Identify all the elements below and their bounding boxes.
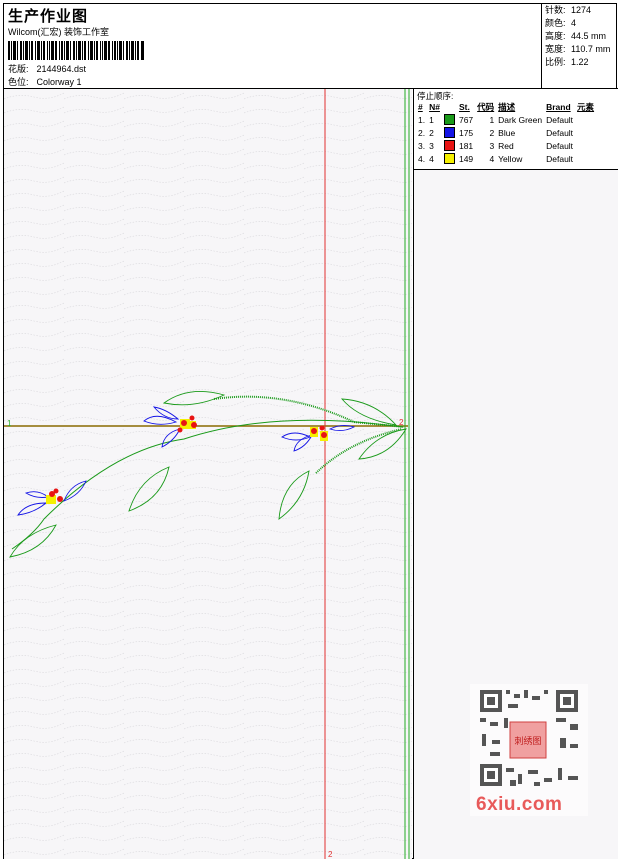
header-info: 生产作业图 Wilcom(汇宏) 装饰工作室 花版: 2144964.dst 色… xyxy=(4,4,542,88)
row-desc: Yellow xyxy=(498,153,523,164)
row-n: 2 xyxy=(429,127,434,138)
row-desc: Dark Green xyxy=(498,114,543,125)
row-brand: Default xyxy=(546,114,574,125)
start-marker: 1 xyxy=(7,419,12,428)
row-code: 1 xyxy=(489,114,495,125)
row-idx: 3. xyxy=(418,140,426,151)
row-stitches: 767 xyxy=(458,114,474,125)
watermark-text: 6xiu.com xyxy=(476,794,563,815)
color-swatch xyxy=(443,114,455,126)
stat-scale: 比例: 1.22 xyxy=(545,57,589,67)
barcode xyxy=(8,41,144,60)
production-sheet: 生产作业图 Wilcom(汇宏) 装饰工作室 花版: 2144964.dst 色… xyxy=(3,3,618,859)
row-brand: Default xyxy=(546,140,574,151)
color-swatch xyxy=(443,140,455,152)
row-stitches: 175 xyxy=(458,127,474,138)
row-desc: Red xyxy=(498,140,514,151)
row-idx: 2. xyxy=(418,127,426,138)
row-stitches: 181 xyxy=(458,140,474,151)
design-canvas[interactable]: 1 2 2 xyxy=(4,89,412,859)
row-brand: Default xyxy=(546,153,574,164)
stat-stitches: 针数: 1274 xyxy=(545,5,592,15)
legend-row: 1. 1 767 1 Dark Green Default xyxy=(416,113,596,126)
swatch xyxy=(442,113,457,126)
end-marker-h: 2 xyxy=(399,418,404,427)
end-marker-v: 2 xyxy=(328,850,333,859)
design-stats: 针数: 1274 颜色: 4 高度: 44.5 mm 宽度: 110.7 mm 比例: 1… xyxy=(543,4,618,88)
col-idx: # xyxy=(418,102,423,112)
row-code: 4 xyxy=(489,153,495,164)
row-n: 1 xyxy=(429,114,434,125)
col-brand: Brand xyxy=(546,102,571,112)
design-file-row: 花版: 2144964.dst xyxy=(8,62,86,75)
stat-height: 高度: 44.5 mm xyxy=(545,31,607,41)
col-element: 元素 xyxy=(577,102,595,112)
sheet-header: 生产作业图 Wilcom(汇宏) 装饰工作室 花版: 2144964.dst 色… xyxy=(4,4,618,89)
row-desc: Blue xyxy=(498,127,516,138)
colorway-row: 色位: Colorway 1 xyxy=(8,75,82,88)
legend-row: 4. 4 149 4 Yellow Default xyxy=(416,152,596,165)
color-swatch xyxy=(443,153,455,165)
row-n: 4 xyxy=(429,153,434,164)
row-element xyxy=(575,113,596,126)
row-brand: Default xyxy=(546,127,574,138)
swatch xyxy=(442,126,457,139)
stat-width: 宽度: 110.7 mm xyxy=(545,44,611,54)
row-stitches: 149 xyxy=(458,153,474,164)
design-label: 花版: xyxy=(8,64,29,74)
row-element xyxy=(575,152,596,165)
legend-row: 3. 3 181 3 Red Default xyxy=(416,139,596,152)
color-swatch xyxy=(443,127,455,139)
col-stitches: St. xyxy=(458,102,470,112)
color-stop-legend: 停止顺序: # N# St. 代码 描述 Brand 元素 1. 1 767 1 Dar… xyxy=(414,89,618,170)
design-file: 2144964.dst xyxy=(36,64,87,74)
row-idx: 1. xyxy=(418,114,426,125)
row-code: 2 xyxy=(489,127,495,138)
row-n: 3 xyxy=(429,140,434,151)
swatch xyxy=(442,152,457,165)
qr-stamp: 刺绣图 xyxy=(514,735,541,747)
row-idx: 4. xyxy=(418,153,426,164)
row-element xyxy=(575,139,596,152)
row-code: 3 xyxy=(489,140,495,151)
studio-name: Wilcom(汇宏) 装饰工作室 xyxy=(8,27,109,37)
colorway-label: 色位: xyxy=(8,77,29,87)
legend-row: 2. 2 175 2 Blue Default xyxy=(416,126,596,139)
legend-header-row: # N# St. 代码 描述 Brand 元素 xyxy=(416,101,596,113)
col-desc: 描述 xyxy=(498,102,516,112)
embroidery-preview: 1 2 2 xyxy=(4,89,412,859)
stat-colors: 颜色: 4 xyxy=(545,18,577,28)
legend-table: # N# St. 代码 描述 Brand 元素 1. 1 767 1 Dark Gree… xyxy=(416,101,596,165)
row-element xyxy=(575,126,596,139)
colorway-value: Colorway 1 xyxy=(36,77,82,87)
col-code: 代码 xyxy=(477,102,495,112)
sheet-title: 生产作业图 xyxy=(8,8,89,25)
col-n: N# xyxy=(429,102,440,112)
swatch xyxy=(442,139,457,152)
